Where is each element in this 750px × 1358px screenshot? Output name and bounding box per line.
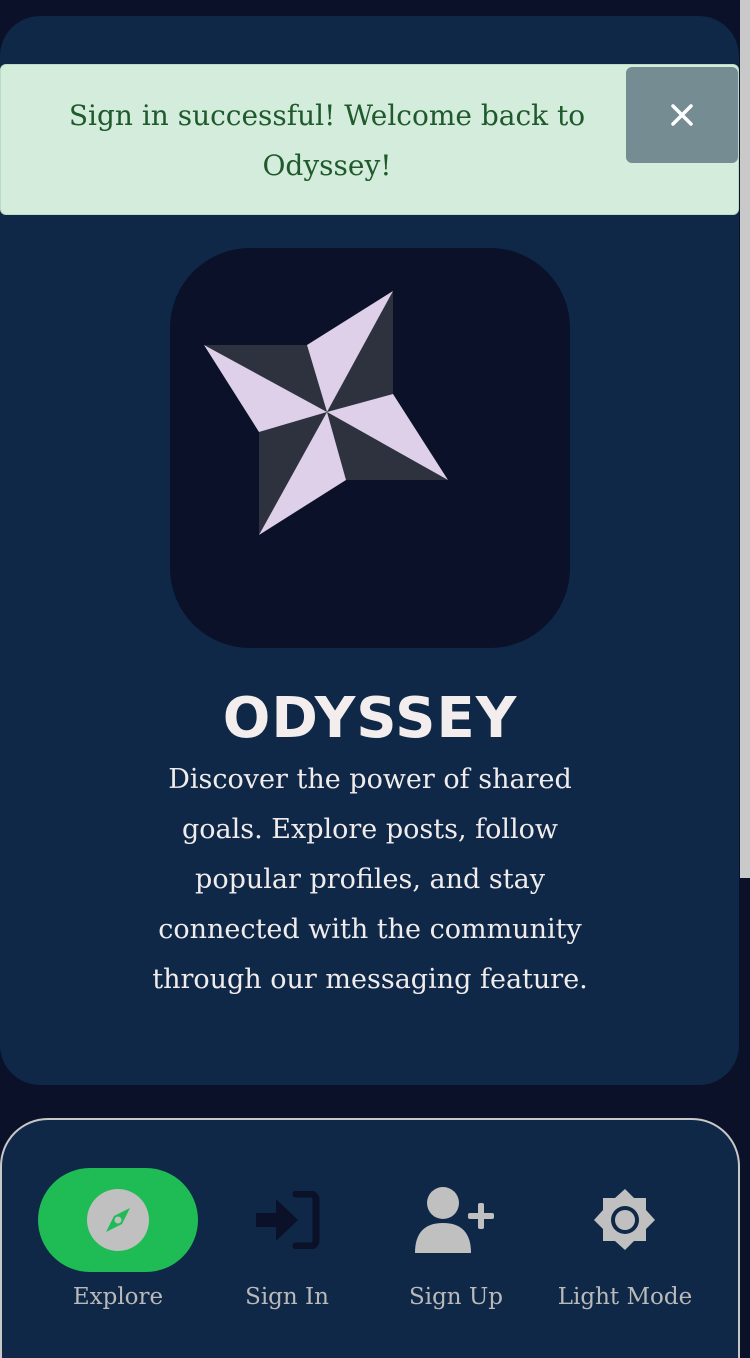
nav-label-explore: Explore: [72, 1284, 164, 1310]
close-icon: [671, 104, 693, 126]
sun-gear-icon: [594, 1189, 655, 1250]
app-logo: [170, 248, 570, 648]
app-title: ODYSSEY: [222, 686, 518, 751]
nav-icon-slot: [207, 1168, 367, 1272]
nav-item-sign-up[interactable]: Sign Up: [371, 1168, 541, 1328]
nav-label-light-mode: Light Mode: [557, 1284, 693, 1310]
nav-item-light-mode[interactable]: Light Mode: [540, 1168, 710, 1328]
compass-star-icon: [204, 291, 448, 535]
toast-message: Sign in successful! Welcome back to Odys…: [68, 99, 586, 182]
bottom-navigation: Explore Sign In Sign Up Light Mode: [0, 1118, 740, 1358]
nav-label-sign-in: Sign In: [245, 1284, 329, 1310]
nav-icon-slot: [376, 1168, 536, 1272]
nav-item-explore[interactable]: Explore: [33, 1168, 203, 1328]
nav-icon-slot: [545, 1168, 705, 1272]
sign-in-icon: [256, 1191, 320, 1249]
nav-item-sign-in[interactable]: Sign In: [202, 1168, 372, 1328]
nav-label-sign-up: Sign Up: [408, 1284, 504, 1310]
toast-close-button[interactable]: [626, 67, 738, 163]
nav-active-pill: [38, 1168, 198, 1272]
compass-icon: [87, 1189, 149, 1251]
success-toast: Sign in successful! Welcome back to Odys…: [0, 64, 739, 215]
page-scrollbar[interactable]: [740, 0, 750, 878]
user-plus-icon: [415, 1187, 494, 1253]
app-description: Discover the power of shared goals. Expl…: [152, 764, 588, 995]
